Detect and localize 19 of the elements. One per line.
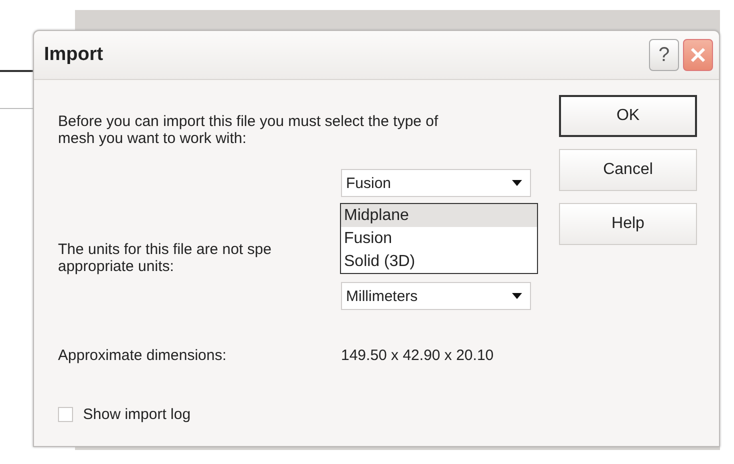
dropdown-option[interactable]: Midplane	[341, 204, 537, 227]
help-button[interactable]: ?	[649, 39, 679, 71]
checkbox-label: Show import log	[83, 406, 191, 423]
checkbox[interactable]	[58, 407, 73, 422]
close-icon	[689, 46, 707, 64]
units-prompt: appropriate units:	[58, 258, 175, 275]
units-dropdown[interactable]: Millimeters	[341, 282, 531, 310]
dialog-button[interactable]: Help	[559, 203, 697, 245]
close-button[interactable]	[683, 39, 713, 71]
mesh-type-dropdown[interactable]: Fusion	[341, 169, 531, 197]
dimensions-label: Approximate dimensions:	[58, 347, 228, 364]
dialog-button[interactable]: OK	[559, 95, 697, 137]
caret-icon	[512, 293, 522, 299]
mesh-prompt: Before you can import this file you must select the type of mesh you want to work with:	[58, 113, 440, 147]
dimensions-value: 149.50 x 42.90 x 20.10	[341, 347, 494, 364]
caret-icon	[512, 180, 522, 186]
window-title: Import	[44, 44, 104, 66]
dialog-button[interactable]: Cancel	[559, 149, 697, 191]
units-prompt: The units for this file are not spe	[58, 241, 272, 258]
